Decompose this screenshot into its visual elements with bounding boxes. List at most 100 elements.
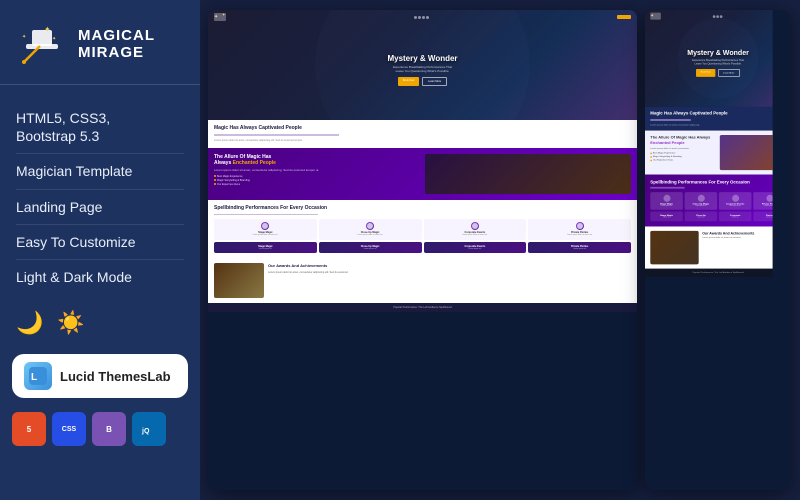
perf-2-card-3: Corporate Events Lorem ipsum sit. [719,192,752,210]
divider [0,84,200,85]
dot-3 [422,16,425,19]
footer-2-text: Popular Performance: The Left Audience S… [650,271,772,274]
lucid-badge[interactable]: L Lucid ThemesLab [12,354,188,398]
sun-icon[interactable]: ☀️ [57,310,84,336]
card-dark-4: Private Parties Lorem ipsum sit. [528,242,631,253]
awards-content: Our Awards And Achievements Lorem ipsum … [268,263,631,298]
enchanted-2-text-col: The Allure Of Magic Has Always Enchanted… [650,135,716,170]
perf-2-card-4: Private Parties Lorem ipsum sit. [753,192,772,210]
jquery-badge: jQ [132,412,166,446]
perf-2-text-4: Lorem ipsum sit. [755,205,773,207]
feature-customize: Easy To Customize [16,225,184,260]
mock-hero-sub: Experience Breathtaking Performances Tha… [387,65,457,73]
perf-2-text-1: Lorem ipsum sit. [652,205,681,207]
card-private-text: Lorem ipsum dolor sit amet con. [530,234,629,236]
card-stage-icon [261,222,269,230]
section-2-captivated-text: Lorem ipsum dolor sit amet consectetur a… [650,123,772,126]
mock-book-btn: Book Now [398,77,419,86]
dot-4 [426,16,429,19]
mock-footer: Popular Performance: The Left Audience S… [208,303,637,312]
list-2-text-3: Our Experince Gives [653,159,673,162]
card-closeup: Close-Up Magic Lorem ipsum dolor sit ame… [319,219,422,239]
perf-2-r2-text-4: Lorem sit. [755,217,773,219]
mock-hero-sub-2: Experience Breathtaking Performances Tha… [687,58,749,65]
awards-image-2 [650,231,698,264]
enchanted-2-img-col [720,135,773,170]
svg-text:jQ: jQ [141,428,150,435]
dot-6 [716,15,719,18]
enchanted-2-title: The Allure Of Magic Has Always Enchanted… [650,135,716,145]
feature-html5: HTML5, CSS3,Bootstrap 5.3 [16,101,184,154]
svg-text:✦: ✦ [22,34,26,40]
logo-name-top: MAGICAL [78,27,155,44]
mock-nav-1 [208,10,637,24]
awards-2-text: Lorem ipsum dolor sit amet consectetur. [702,236,772,239]
list-dot-3 [214,183,216,185]
performances-title: Spellbinding Performances For Every Occa… [214,205,631,211]
awards-row: Our Awards And Achievements Lorem ipsum … [214,263,631,298]
mock-hero-2: ✦ Mystery & Wonder Experience Breathtaki… [645,10,773,107]
tech-badges: 5 CSS B jQ [0,406,200,452]
list-2-item-1: Best Magic Experience [650,152,716,155]
perf-2-divider [650,187,684,188]
logo-icon: ✦ ✦ ✦ [16,18,68,70]
section-divider [214,134,339,136]
performances-cards-dark: Stage Magic Lorem ipsum sit. Close-Up Ma… [214,242,631,253]
enchanted-title: The Allure Of Magic HasAlways Enchanted … [214,154,421,166]
mock-hero-title-2: Mystery & Wonder [687,48,749,56]
awards-image [214,263,264,298]
dot-5 [712,15,715,18]
section-2-captivated-title: Magic Has Always Captivated People [650,111,772,116]
theme-toggle: 🌙 ☀️ [0,300,200,346]
footer-text: Popular Performance: The Left Audience S… [214,306,631,309]
mock-nav-btn [617,15,631,19]
list-2-dot-2 [650,156,652,158]
moon-icon[interactable]: 🌙 [16,310,43,336]
preview-card-1: ✦ ✦ Mystery & Wonder Experience Breathta [208,10,637,490]
feature-darkmode: Light & Dark Mode [16,260,184,294]
card-closeup-text: Lorem ipsum dolor sit amet con. [321,234,420,236]
mock-awards-section: Our Awards And Achievements Lorem ipsum … [208,258,637,303]
mock-nav-dots-2 [712,15,722,18]
mock-section-2-enchanted: The Allure Of Magic Has Always Enchanted… [645,131,773,175]
mock-site-1: ✦ ✦ Mystery & Wonder Experience Breathta [208,10,637,490]
enchanted-2-two-col: The Allure Of Magic Has Always Enchanted… [650,135,772,170]
perf-2-r2-card-1: Stage Magic Lorem sit. [650,212,683,222]
list-item-3: Our Experince Gives [214,183,421,186]
enchanted-2-sub: Lorem ipsum dolor sit amet consectetur. [650,147,716,150]
enchanted-img-col [425,154,632,194]
awards-title: Our Awards And Achievements [268,263,631,268]
card-corporate-icon [471,222,479,230]
card-corporate-text: Lorem ipsum dolor sit amet con. [426,234,525,236]
perf-2-r2-text-3: Lorem sit. [721,217,750,219]
lucid-logo: L [24,362,52,390]
mock-hero-1: ✦ ✦ Mystery & Wonder Experience Breathta [208,10,637,120]
awards-content-2: Our Awards And Achievements Lorem ipsum … [702,231,772,264]
mock-section-captivated-title: Magic Has Always Captivated People [214,125,631,131]
list-2-item-3: Our Experince Gives [650,159,716,162]
perf-2-text-3: Lorem ipsum sit. [721,205,750,207]
svg-text:✦: ✦ [52,36,56,42]
list-2-item-2: Magic Storytelling & Branding [650,156,716,159]
section-2-divider [650,119,691,120]
list-text-2: Magic Storytelling & Branding [217,179,250,182]
card-stage-text: Lorem ipsum dolor sit amet con. [216,234,315,236]
dot-1 [414,16,417,19]
list-dot-1 [214,175,216,177]
feature-list: HTML5, CSS3,Bootstrap 5.3 Magician Templ… [0,95,200,300]
css3-badge: CSS [52,412,86,446]
enchanted-text-col: The Allure Of Magic HasAlways Enchanted … [214,154,421,194]
logo-area: ✦ ✦ ✦ MAGICAL MIRAGE [0,0,200,84]
awards-text: Lorem ipsum dolor sit amet, consectetur … [268,271,631,275]
card-dark-3: Corporate Events Lorem ipsum sit. [424,242,527,253]
html5-badge: 5 [12,412,46,446]
perf-2-icon-1 [663,195,670,202]
perf-2-cards: Stage Magic Lorem ipsum sit. Close-Up Ma… [650,192,772,210]
enchanted-sub: Lorem ipsum dolor sit amet, consectetur … [214,168,421,172]
perf-2-text-2: Lorem ipsum sit. [686,205,715,207]
card-dark-1: Stage Magic Lorem ipsum sit. [214,242,317,253]
mock-section-captivated-text: Lorem ipsum dolor sit amet, consectetur … [214,139,631,143]
perf-2-r2-card-2: Close-Up Lorem sit. [685,212,718,222]
list-item-2: Magic Storytelling & Branding [214,179,421,182]
card-closeup-icon [366,222,374,230]
